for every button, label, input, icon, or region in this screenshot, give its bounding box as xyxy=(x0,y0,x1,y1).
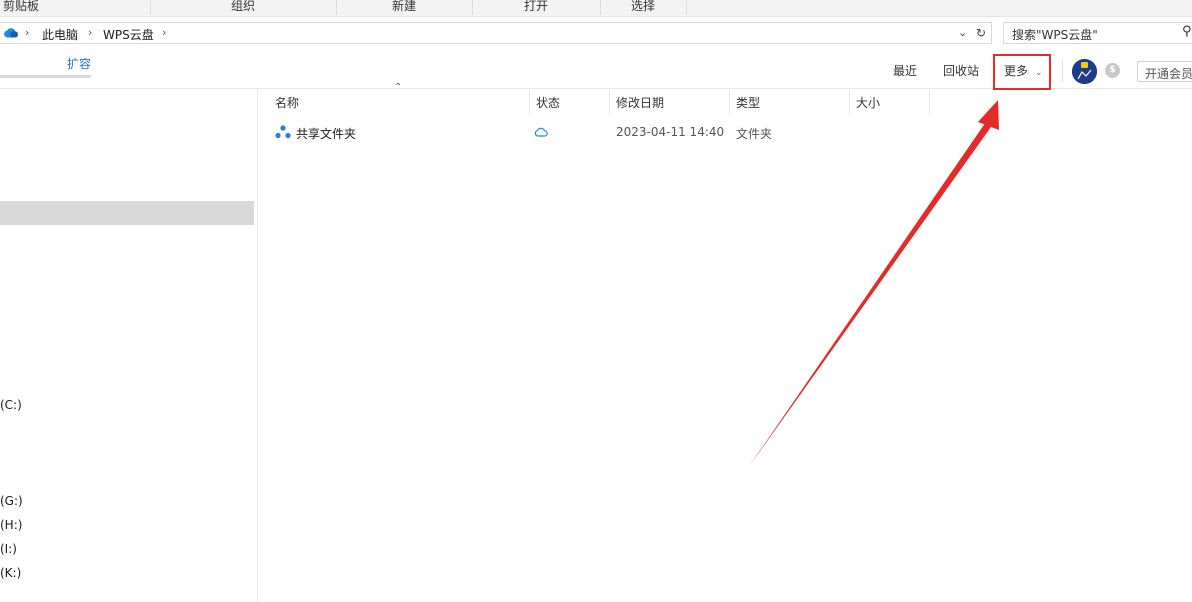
nav-selected-item[interactable] xyxy=(0,201,254,225)
annotation-arrow-head xyxy=(978,100,999,130)
navigation-pane: (C:) (G:) (H:) (I:) (K:) xyxy=(0,89,258,602)
nav-drive-k[interactable]: (K:) xyxy=(0,566,21,580)
ribbon-group-clipboard: 剪贴板 xyxy=(0,0,151,15)
ribbon-group-select: 选择 xyxy=(600,0,687,15)
avatar-image xyxy=(1072,59,1097,84)
column-header-type[interactable]: 类型 xyxy=(736,94,760,111)
breadcrumb-wps-cloud[interactable]: WPS云盘 xyxy=(103,26,154,43)
search-placeholder: 搜索"WPS云盘" xyxy=(1012,28,1098,42)
storage-usage-bar xyxy=(0,75,91,78)
highlight-box xyxy=(993,54,1051,90)
breadcrumb-this-pc[interactable]: 此电脑 xyxy=(42,26,78,43)
search-input[interactable]: 搜索"WPS云盘" ⚲ xyxy=(1003,22,1192,44)
column-header-status[interactable]: 状态 xyxy=(536,94,560,111)
column-header-size[interactable]: 大小 xyxy=(856,94,880,111)
ribbon-group-open: 打开 xyxy=(472,0,601,15)
toolbar-divider xyxy=(1062,60,1063,82)
nav-drive-g[interactable]: (G:) xyxy=(0,494,23,508)
column-divider[interactable] xyxy=(849,90,850,114)
sort-ascending-icon: ⌃ xyxy=(394,82,403,93)
nav-drive-c[interactable]: (C:) xyxy=(0,398,22,412)
ribbon-group-label: 组织 xyxy=(230,0,255,13)
file-name: 共享文件夹 xyxy=(296,127,357,141)
column-header-name[interactable]: 名称 xyxy=(275,94,299,111)
chevron-right-icon: › xyxy=(25,26,30,39)
ribbon-group-organize: 组织 xyxy=(150,0,337,15)
refresh-icon[interactable]: ↻ xyxy=(976,26,986,40)
address-row: › 此电脑 › WPS云盘 › ⌄ ↻ 搜索"WPS云盘" ⚲ xyxy=(0,18,1192,48)
search-icon[interactable]: ⚲ xyxy=(1182,24,1192,39)
ribbon-group-label: 选择 xyxy=(630,0,655,13)
ribbon-group-label: 剪贴板 xyxy=(2,0,39,13)
ribbon-group-label: 新建 xyxy=(391,0,416,13)
ribbon-group-label: 打开 xyxy=(523,0,548,13)
coin-icon[interactable]: $ xyxy=(1105,63,1120,78)
column-header-date[interactable]: 修改日期 xyxy=(616,94,664,111)
nav-drive-i[interactable]: (I:) xyxy=(0,542,17,556)
column-divider[interactable] xyxy=(529,90,530,114)
column-divider[interactable] xyxy=(729,90,730,114)
avatar[interactable] xyxy=(1072,59,1097,84)
chevron-right-icon[interactable]: › xyxy=(88,26,92,39)
vip-label: 开通会员 xyxy=(1145,67,1192,81)
open-vip-button[interactable]: 开通会员 xyxy=(1137,61,1192,82)
nav-drive-h[interactable]: (H:) xyxy=(0,518,22,532)
recent-button[interactable]: 最近 xyxy=(893,62,917,79)
chevron-down-icon[interactable]: ⌄ xyxy=(958,26,967,39)
ribbon-group-new: 新建 xyxy=(336,0,473,15)
cloud-icon xyxy=(534,126,548,140)
table-row[interactable]: 共享文件夹 2023-04-11 14:40 文件夹 xyxy=(260,120,940,144)
file-type: 文件夹 xyxy=(736,127,773,141)
file-modified-date: 2023-04-11 14:40 xyxy=(616,125,725,139)
column-divider[interactable] xyxy=(609,90,610,114)
ribbon-group-labels: 剪贴板 组织 新建 打开 选择 xyxy=(0,0,1192,17)
chevron-right-icon[interactable]: › xyxy=(162,26,166,39)
recycle-bin-button[interactable]: 回收站 xyxy=(943,62,979,79)
expand-storage-button[interactable]: 扩容 xyxy=(67,55,91,72)
column-divider[interactable] xyxy=(929,90,930,114)
shared-folder-icon xyxy=(275,125,291,142)
wps-cloud-icon xyxy=(3,27,19,41)
annotation-arrow-shaft xyxy=(748,116,996,468)
address-bar[interactable]: › 此电脑 › WPS云盘 › ⌄ ↻ xyxy=(0,22,992,44)
